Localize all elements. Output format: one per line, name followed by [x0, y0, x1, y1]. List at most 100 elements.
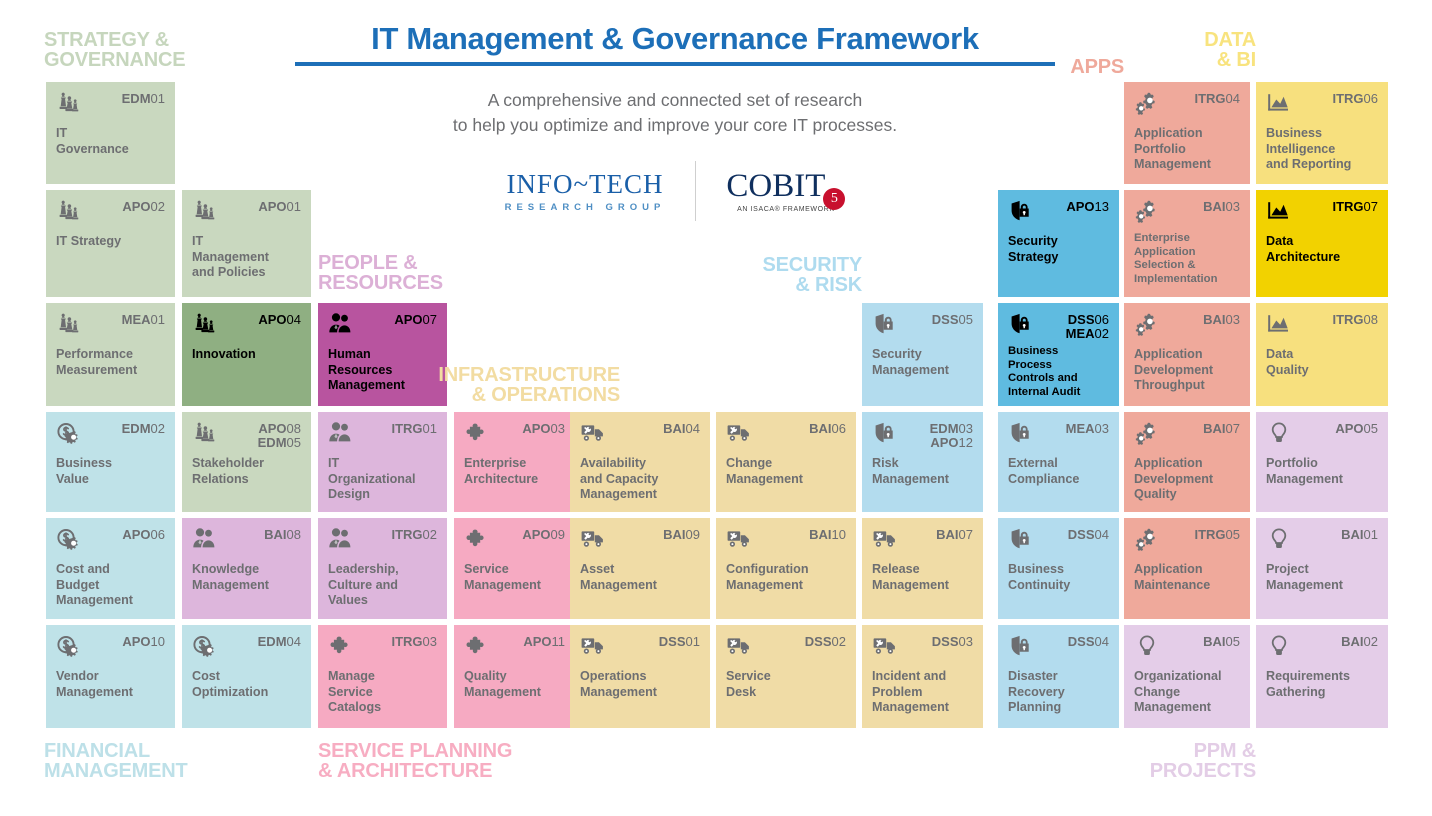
gears-icon	[1134, 527, 1160, 551]
process-cell-edm02[interactable]: EDM02 Business Value	[46, 412, 175, 512]
process-cell-itrg06[interactable]: ITRG06 Business Intelligence and Reportin…	[1256, 82, 1388, 184]
process-cell-dss06[interactable]: DSS06 MEA02 Business Process Controls and …	[998, 303, 1119, 406]
process-cell-itrg01[interactable]: ITRG01 IT Organizational Design	[318, 412, 447, 512]
process-code-number: 01	[150, 312, 165, 327]
cell-process-codes: MEA03	[1066, 421, 1109, 436]
process-code: BAI07	[1203, 421, 1240, 436]
process-code-number: 10	[831, 527, 846, 542]
cell-process-name: Stakeholder Relations	[192, 456, 265, 486]
process-cell-edm01[interactable]: EDM01 IT Governance	[46, 82, 175, 184]
cell-process-name: Operations Management	[580, 669, 657, 699]
cell-process-codes: BAI09	[663, 527, 700, 542]
process-cell-apo11[interactable]: APO11 Quality Management	[454, 625, 575, 728]
process-cell-itrg02[interactable]: ITRG02 Leadership, Culture and Values	[318, 518, 447, 619]
process-cell-bai07a[interactable]: BAI07 Application Development Quality	[1124, 412, 1250, 512]
cell-process-codes: BAI08	[264, 527, 301, 542]
process-cell-bai06[interactable]: BAI06 Change Management	[716, 412, 856, 512]
process-code-number: 01	[1363, 527, 1378, 542]
process-cell-apo05[interactable]: APO05 Portfolio Management	[1256, 412, 1388, 512]
shield-lock-icon	[1008, 634, 1034, 658]
cell-header: DSS01	[580, 634, 700, 660]
framework-poster: IT Management & Governance Framework A c…	[0, 0, 1432, 816]
process-cell-apo09[interactable]: APO09 Service Management	[454, 518, 575, 619]
cell-header: APO04	[192, 312, 301, 338]
cell-process-codes: EDM03 APO12	[930, 421, 973, 450]
process-code: BAI04	[663, 421, 700, 436]
process-cell-apo13[interactable]: APO13 Security Strategy	[998, 190, 1119, 297]
process-cell-mea01[interactable]: MEA01 Performance Measurement	[46, 303, 175, 406]
process-cell-edm03[interactable]: EDM03 APO12 Risk Management	[862, 412, 983, 512]
process-cell-itrg04[interactable]: ITRG04 Application Portfolio Management	[1124, 82, 1250, 184]
process-cell-dss02[interactable]: DSS02 Service Desk	[716, 625, 856, 728]
process-code: APO04	[258, 312, 301, 327]
process-cell-bai05[interactable]: BAI05 Organizational Change Management	[1124, 625, 1250, 728]
process-cell-dss04a[interactable]: DSS04 Business Continuity	[998, 518, 1119, 619]
process-code: ITRG01	[391, 421, 437, 436]
cell-header: APO02	[56, 199, 165, 225]
process-cell-edm04[interactable]: EDM04 Cost Optimization	[182, 625, 311, 728]
process-code-number: 02	[1094, 326, 1109, 341]
process-code: APO13	[1066, 199, 1109, 214]
process-cell-apo06[interactable]: APO06 Cost and Budget Management	[46, 518, 175, 619]
cell-header: ITRG07	[1266, 199, 1378, 225]
process-cell-itrg07[interactable]: ITRG07 Data Architecture	[1256, 190, 1388, 297]
section-label-financial-management: FINANCIAL MANAGEMENT	[44, 740, 188, 782]
process-cell-dss01[interactable]: DSS01 Operations Management	[570, 625, 710, 728]
process-cell-bai04[interactable]: BAI04 Availability and Capacity Managemen…	[570, 412, 710, 512]
process-code-number: 05	[1225, 634, 1240, 649]
cell-header: MEA03	[1008, 421, 1109, 447]
cell-process-codes: APO11	[523, 634, 565, 649]
process-cell-apo08[interactable]: APO08 EDM05 Stakeholder Relations	[182, 412, 311, 512]
process-cell-bai10[interactable]: BAI10 Configuration Management	[716, 518, 856, 619]
process-cell-apo10[interactable]: APO10 Vendor Management	[46, 625, 175, 728]
cobit-logo-name: COBIT	[726, 168, 826, 205]
cell-process-codes: APO07	[394, 312, 437, 327]
dollar-gear-icon	[56, 421, 82, 445]
process-cell-apo02[interactable]: APO02 IT Strategy	[46, 190, 175, 297]
process-cell-bai03a[interactable]: BAI03 Enterprise Application Selection & …	[1124, 190, 1250, 297]
process-cell-dss03[interactable]: DSS03 Incident and Problem Management	[862, 625, 983, 728]
process-code-number: 08	[286, 421, 301, 436]
cell-header: ITRG03	[328, 634, 437, 660]
cell-process-name: External Compliance	[1008, 456, 1080, 486]
cell-process-name: Configuration Management	[726, 562, 809, 592]
page-title: IT Management & Governance Framework	[371, 21, 979, 56]
process-cell-bai02[interactable]: BAI02 Requirements Gathering	[1256, 625, 1388, 728]
process-cell-mea03[interactable]: MEA03 External Compliance	[998, 412, 1119, 512]
process-cell-bai08[interactable]: BAI08 Knowledge Management	[182, 518, 311, 619]
chess-icon	[192, 199, 218, 223]
cell-process-name: Disaster Recovery Planning	[1008, 669, 1065, 714]
cell-process-codes: ITRG08	[1332, 312, 1378, 327]
process-code-number: 03	[550, 421, 565, 436]
process-cell-bai07b[interactable]: BAI07 Release Management	[862, 518, 983, 619]
chart-icon	[1266, 199, 1292, 223]
people-icon	[328, 527, 354, 551]
process-cell-apo01[interactable]: APO01 IT Management and Policies	[182, 190, 311, 297]
cell-header: ITRG05	[1134, 527, 1240, 553]
process-code-number: 09	[550, 527, 565, 542]
process-cell-itrg05[interactable]: ITRG05 Application Maintenance	[1124, 518, 1250, 619]
cell-process-name: IT Organizational Design	[328, 456, 416, 501]
process-code-number: 04	[685, 421, 700, 436]
process-cell-dss04b[interactable]: DSS04 Disaster Recovery Planning	[998, 625, 1119, 728]
cell-header: BAI03	[1134, 312, 1240, 338]
process-code: BAI10	[809, 527, 846, 542]
dollar-gear-icon	[56, 634, 82, 658]
process-cell-dss05[interactable]: DSS05 Security Management	[862, 303, 983, 406]
section-label-people-resources: PEOPLE & RESOURCES	[318, 252, 443, 294]
process-cell-bai03b[interactable]: BAI03 Application Development Throughput	[1124, 303, 1250, 406]
process-code-number: 04	[1094, 634, 1109, 649]
process-cell-itrg08[interactable]: ITRG08 Data Quality	[1256, 303, 1388, 406]
process-cell-apo03[interactable]: APO03 Enterprise Architecture	[454, 412, 575, 512]
process-code: DSS04	[1067, 527, 1109, 542]
cell-process-name: Knowledge Management	[192, 562, 269, 592]
process-cell-bai09[interactable]: BAI09 Asset Management	[570, 518, 710, 619]
process-cell-bai01[interactable]: BAI01 Project Management	[1256, 518, 1388, 619]
process-code: EDM01	[121, 91, 165, 106]
cell-process-name: Application Portfolio Management	[1134, 126, 1211, 171]
process-code: BAI02	[1341, 634, 1378, 649]
cell-process-name: IT Governance	[56, 126, 129, 156]
process-cell-itrg03[interactable]: ITRG03 Manage Service Catalogs	[318, 625, 447, 728]
process-cell-apo04[interactable]: APO04 Innovation	[182, 303, 311, 406]
process-code-number: 02	[150, 199, 165, 214]
